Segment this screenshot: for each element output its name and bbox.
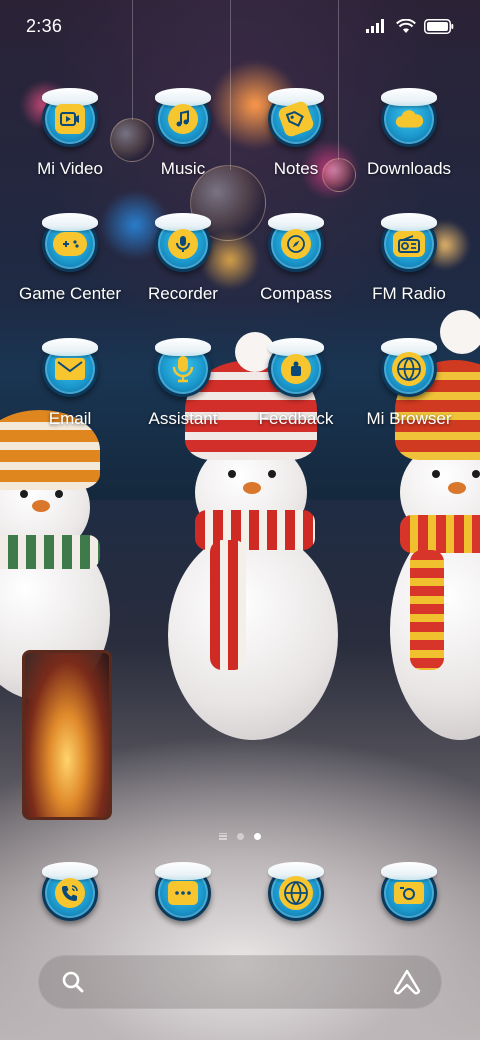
app-game-center[interactable]: Game Center: [14, 213, 126, 326]
app-compass[interactable]: Compass: [240, 213, 352, 326]
app-label: Mi Video: [37, 159, 103, 178]
recorder-app-icon: [155, 213, 211, 272]
assistant-icon[interactable]: [393, 969, 421, 995]
fm-radio-app-icon: [381, 213, 437, 272]
mi-browser-app-icon: [381, 338, 437, 397]
music-app-icon: [155, 88, 211, 147]
app-downloads[interactable]: Downloads: [353, 88, 465, 201]
search-icon[interactable]: [61, 970, 85, 994]
downloads-app-icon: [381, 88, 437, 147]
music-note-icon: [168, 104, 198, 134]
status-time: 2:36: [26, 15, 63, 36]
app-label: Email: [48, 409, 92, 428]
app-recorder[interactable]: Recorder: [127, 213, 239, 326]
status-icons: [366, 18, 454, 34]
tag-icon: [276, 99, 316, 139]
envelope-icon: [55, 358, 85, 380]
camera-icon: [394, 882, 424, 904]
page-indicator[interactable]: [0, 829, 480, 843]
app-email[interactable]: Email: [14, 338, 126, 451]
app-label: Music: [160, 159, 206, 178]
app-label: Feedback: [258, 409, 334, 428]
lantern-decoration: [22, 650, 112, 820]
assistant-app-icon: [155, 338, 211, 397]
app-mi-video[interactable]: Mi Video: [14, 88, 126, 201]
mi-video-app-icon: [42, 88, 98, 147]
phone-icon: [55, 878, 85, 908]
app-list-indicator-icon: [219, 832, 227, 840]
globe-icon: [392, 352, 426, 386]
wifi-icon: [396, 18, 416, 33]
page-dot: [237, 832, 244, 840]
app-assistant[interactable]: Assistant: [127, 338, 239, 451]
game-center-app-icon: [42, 213, 98, 272]
feedback-icon: [281, 354, 311, 384]
battery-icon: [424, 18, 454, 34]
app-label: Compass: [260, 284, 332, 303]
dock-phone[interactable]: [14, 862, 126, 925]
feedback-app-icon: [268, 338, 324, 397]
dock-browser[interactable]: [240, 862, 352, 925]
email-app-icon: [42, 338, 98, 397]
app-label: Notes: [273, 159, 319, 178]
phone-app-icon: [42, 862, 98, 921]
radio-icon: [393, 231, 425, 257]
compass-icon: [281, 229, 311, 259]
search-bar[interactable]: [38, 955, 442, 1009]
video-icon: [55, 104, 85, 134]
app-feedback[interactable]: Feedback: [240, 338, 352, 451]
globe-icon: [279, 876, 313, 910]
app-label: Recorder: [148, 284, 218, 303]
microphone-disc-icon: [168, 229, 198, 259]
app-label: Assistant: [148, 409, 218, 428]
dock-messages[interactable]: [127, 862, 239, 925]
app-label: Mi Browser: [366, 409, 452, 428]
messages-app-icon: [155, 862, 211, 921]
compass-app-icon: [268, 213, 324, 272]
notes-app-icon: [268, 88, 324, 147]
app-fm-radio[interactable]: FM Radio: [353, 213, 465, 326]
app-label: Game Center: [18, 284, 122, 303]
message-icon: [168, 881, 198, 905]
cloud-icon: [394, 104, 424, 134]
app-mi-browser[interactable]: Mi Browser: [353, 338, 465, 451]
camera-app-icon: [381, 862, 437, 921]
app-notes[interactable]: Notes: [240, 88, 352, 201]
app-label: FM Radio: [372, 284, 446, 303]
page-dot-active: [254, 832, 261, 840]
microphone-icon: [168, 354, 198, 384]
gamepad-icon: [53, 232, 87, 256]
app-label: Downloads: [366, 159, 452, 178]
dock-camera[interactable]: [353, 862, 465, 925]
signal-icon: [366, 19, 384, 33]
status-bar: 2:36: [0, 0, 480, 52]
browser-app-icon: [268, 862, 324, 921]
app-music[interactable]: Music: [127, 88, 239, 201]
